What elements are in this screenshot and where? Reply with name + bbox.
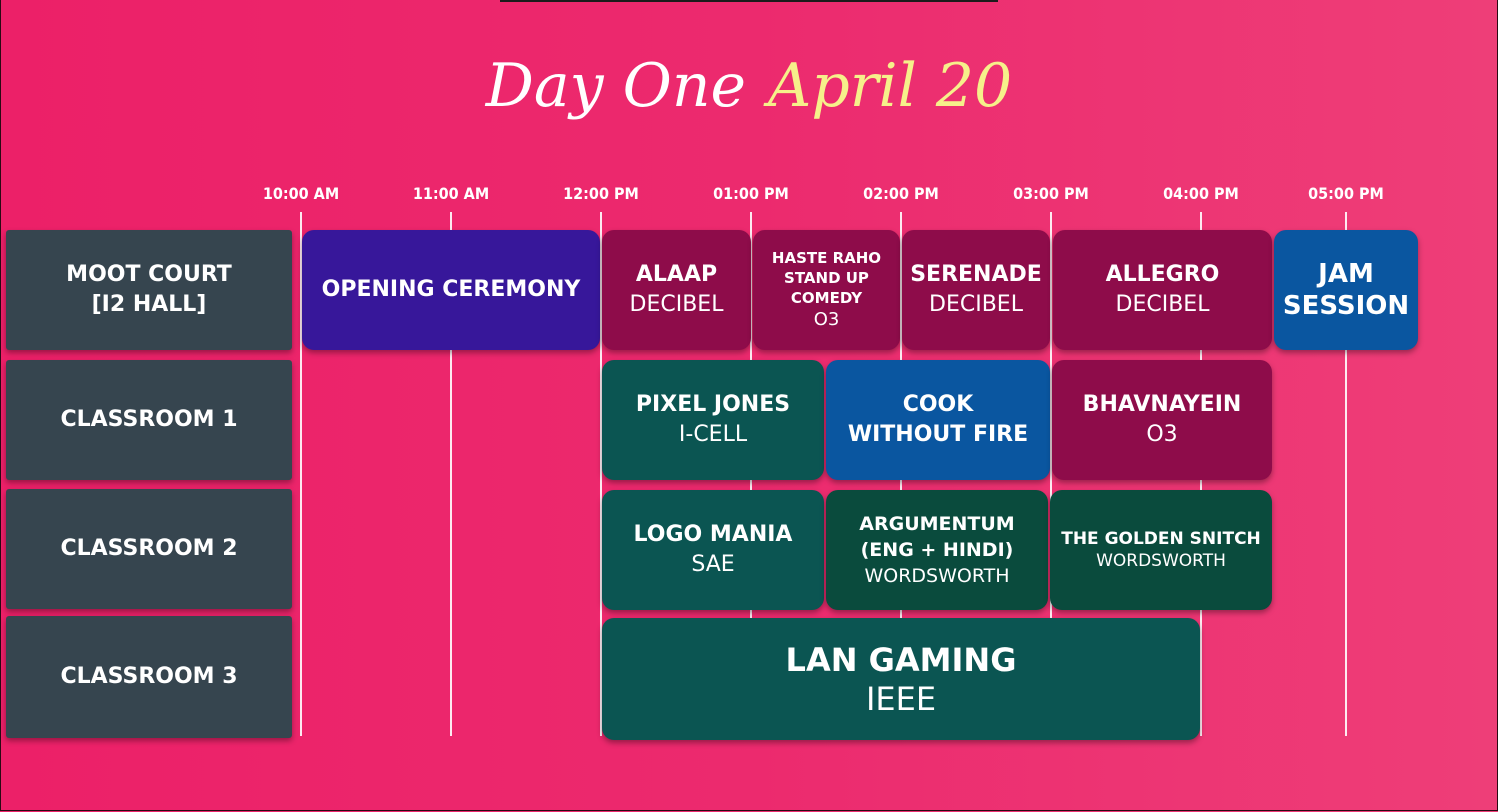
time-tick: 04:00 PM [1163, 184, 1239, 203]
event-jam-session[interactable]: JAM SESSION [1274, 230, 1418, 350]
event-club: WORDSWORTH [1096, 551, 1226, 571]
room-classroom-2: CLASSROOM 2 [6, 489, 292, 609]
event-club: DECIBEL [1115, 292, 1210, 317]
event-name: SERENADE [910, 262, 1042, 287]
time-tick: 11:00 AM [412, 184, 490, 203]
event-serenade[interactable]: SERENADE DECIBEL [902, 230, 1050, 350]
event-name: ALLEGRO [1105, 262, 1220, 287]
event-name: LAN GAMING [785, 641, 1017, 679]
event-name: BHAVNAYEIN [1082, 392, 1242, 417]
event-pixel-jones[interactable]: PIXEL JONES I-CELL [602, 360, 824, 480]
time-tick: 10:00 AM [262, 184, 340, 203]
event-club: O3 [813, 309, 840, 330]
event-name: LOGO MANIA [633, 522, 793, 547]
event-name: PIXEL JONES [635, 392, 791, 417]
event-name: HASTE RAHO STAND UP COMEDY [771, 249, 882, 307]
event-lan-gaming[interactable]: LAN GAMING IEEE [602, 618, 1200, 740]
event-club: WORDSWORTH [864, 565, 1010, 587]
room-moot-court: MOOT COURT [I2 HALL] [6, 230, 292, 350]
event-bhavnayein[interactable]: BHAVNAYEIN O3 [1052, 360, 1272, 480]
room-classroom-3: CLASSROOM 3 [6, 616, 292, 738]
event-club: DECIBEL [929, 292, 1023, 317]
event-name: THE GOLDEN SNITCH [1061, 529, 1261, 549]
event-club: I-CELL [678, 422, 748, 447]
event-club: IEEE [865, 680, 937, 718]
event-argumentum[interactable]: ARGUMENTUM (ENG + HINDI) WORDSWORTH [826, 490, 1048, 610]
title-date: April 20 [767, 51, 1013, 121]
event-cook-without-fire[interactable]: COOK WITHOUT FIRE [826, 360, 1050, 480]
time-tick: 12:00 PM [563, 184, 639, 203]
time-tick: 02:00 PM [863, 184, 939, 203]
event-opening-ceremony[interactable]: OPENING CEREMONY [302, 230, 600, 350]
event-alaap[interactable]: ALAAP DECIBEL [602, 230, 751, 350]
event-club: O3 [1146, 422, 1178, 447]
event-name: COOK WITHOUT FIRE [847, 392, 1029, 447]
time-tick: 03:00 PM [1013, 184, 1089, 203]
event-name: ARGUMENTUM (ENG + HINDI) [859, 513, 1015, 561]
room-classroom-1: CLASSROOM 1 [6, 360, 292, 480]
event-name: JAM SESSION [1282, 259, 1410, 321]
event-haste-raho[interactable]: HASTE RAHO STAND UP COMEDY O3 [753, 230, 900, 350]
schedule-title: Day One April 20 [0, 46, 1498, 126]
event-club: DECIBEL [629, 292, 724, 317]
time-tick: 05:00 PM [1308, 184, 1384, 203]
event-club: SAE [691, 552, 735, 577]
event-logo-mania[interactable]: LOGO MANIA SAE [602, 490, 824, 610]
event-golden-snitch[interactable]: THE GOLDEN SNITCH WORDSWORTH [1050, 490, 1272, 610]
time-tick: 01:00 PM [713, 184, 789, 203]
event-name: ALAAP [635, 262, 718, 287]
event-name: OPENING CEREMONY [321, 277, 581, 302]
event-allegro[interactable]: ALLEGRO DECIBEL [1053, 230, 1272, 350]
title-day: Day One [485, 51, 746, 121]
